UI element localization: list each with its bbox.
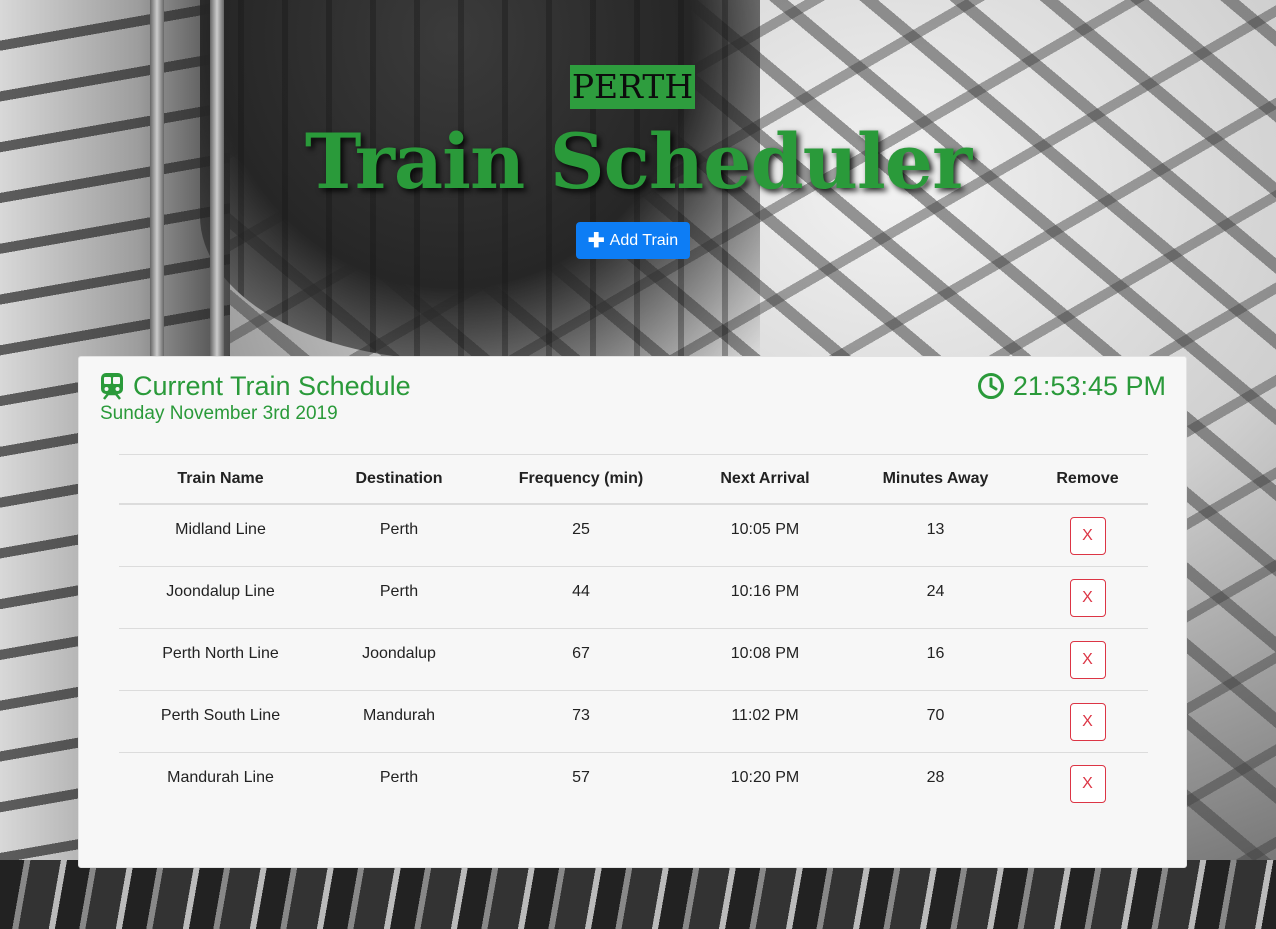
- current-time-display: 21:53:45 PM: [977, 371, 1166, 401]
- background-tracks: [0, 860, 1276, 929]
- minutes-away-cell: 13: [844, 504, 1027, 567]
- column-header-next-arrival: Next Arrival: [686, 454, 844, 505]
- minutes-away-cell: 16: [844, 628, 1027, 691]
- plus-icon: ✚: [587, 229, 605, 252]
- remove-train-button[interactable]: X: [1069, 517, 1106, 555]
- next-arrival-cell: 10:16 PM: [686, 566, 844, 629]
- current-date: Sunday November 3rd 2019: [100, 403, 338, 424]
- train-name-cell: Midland Line: [119, 504, 322, 567]
- card-title: Current Train Schedule: [133, 371, 411, 401]
- destination-cell: Joondalup: [322, 628, 476, 691]
- column-header-train-name: Train Name: [119, 454, 322, 505]
- remove-train-button[interactable]: X: [1069, 578, 1106, 617]
- frequency-cell: 73: [476, 690, 686, 753]
- frequency-cell: 25: [476, 504, 686, 567]
- minutes-away-cell: 24: [844, 566, 1027, 629]
- city-badge: PERTH: [570, 65, 695, 109]
- destination-cell: Perth: [322, 566, 476, 629]
- current-time: 21:53:45 PM: [1012, 371, 1166, 401]
- table-row: Midland Line Perth 25 10:05 PM 13 X: [119, 504, 1148, 567]
- column-header-frequency: Frequency (min): [476, 454, 686, 505]
- next-arrival-cell: 11:02 PM: [686, 690, 844, 753]
- remove-train-button[interactable]: X: [1069, 640, 1106, 679]
- train-name-cell: Joondalup Line: [119, 566, 322, 629]
- remove-cell: X: [1027, 628, 1148, 691]
- train-name-cell: Perth South Line: [119, 690, 322, 753]
- train-name-cell: Mandurah Line: [167, 768, 274, 786]
- add-train-button[interactable]: ✚ Add Train: [576, 222, 690, 259]
- column-header-remove: Remove: [1027, 454, 1148, 505]
- remove-cell: X: [1027, 504, 1148, 567]
- frequency-cell: 57: [572, 768, 590, 786]
- app-title: Train Scheduler: [304, 117, 972, 206]
- destination-cell: Perth: [379, 768, 419, 786]
- remove-cell: X: [1027, 690, 1148, 753]
- minutes-away-cell: 70: [844, 690, 1027, 753]
- train-icon: [101, 373, 123, 400]
- table-row: Perth South Line Mandurah 73 11:02 PM 70…: [119, 690, 1148, 753]
- remove-cell: X: [1027, 752, 1148, 814]
- table-row: Perth North Line Joondalup 67 10:08 PM 1…: [119, 628, 1148, 691]
- table-row: Joondalup Line Perth 44 10:16 PM 24 X: [119, 566, 1148, 629]
- table-row: Mandurah Line Perth 57 10:20 PM 28 X: [119, 752, 1148, 814]
- train-name-cell: Perth North Line: [119, 628, 322, 691]
- schedule-card: Current Train Schedule Sunday November 3…: [78, 356, 1187, 868]
- table-header-row: Train Name Destination Frequency (min) N…: [119, 454, 1148, 505]
- next-arrival-cell: 10:05 PM: [686, 504, 844, 567]
- frequency-cell: 67: [476, 628, 686, 691]
- card-title-row: Current Train Schedule: [99, 371, 411, 401]
- destination-cell: Perth: [322, 504, 476, 567]
- add-train-label: Add Train: [609, 231, 679, 249]
- clock-icon: [977, 373, 1004, 399]
- train-schedule-table: Train Name Destination Frequency (min) N…: [119, 454, 1148, 814]
- column-header-minutes-away: Minutes Away: [844, 454, 1027, 505]
- remove-cell: X: [1027, 566, 1148, 629]
- next-arrival-cell: 10:20 PM: [730, 768, 800, 786]
- destination-cell: Mandurah: [322, 690, 476, 753]
- remove-train-button[interactable]: X: [1069, 764, 1106, 803]
- minutes-away-cell: 28: [926, 768, 945, 786]
- column-header-destination: Destination: [322, 454, 476, 505]
- next-arrival-cell: 10:08 PM: [686, 628, 844, 691]
- page-header: PERTH Train Scheduler ✚ Add Train: [0, 0, 1276, 300]
- frequency-cell: 44: [476, 566, 686, 629]
- remove-train-button[interactable]: X: [1069, 702, 1106, 741]
